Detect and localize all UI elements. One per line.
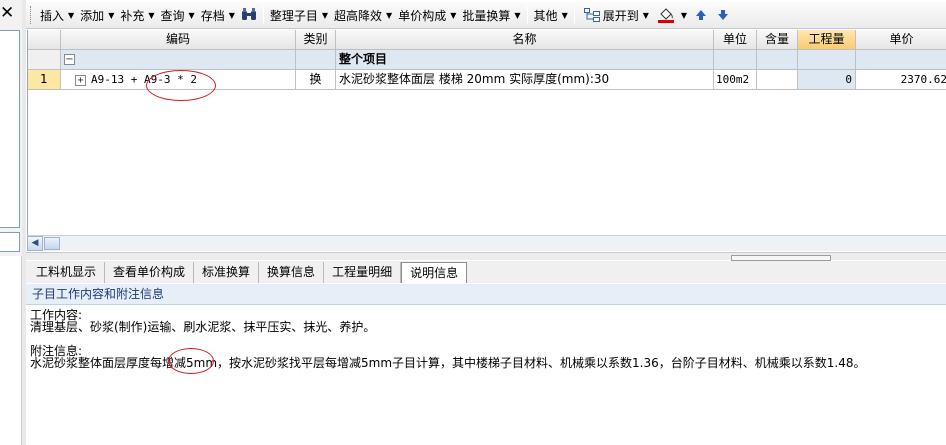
archive-button[interactable]: 存档 ▼: [198, 4, 238, 26]
content-cell[interactable]: [757, 70, 798, 90]
supplement-button[interactable]: 补充 ▼: [117, 4, 157, 26]
chevron-down-icon: ▼: [321, 10, 329, 20]
toolbar-separator: [526, 6, 528, 24]
chevron-down-icon: ▼: [386, 10, 393, 20]
left-panel-scroll[interactable]: [0, 232, 20, 252]
tab-conversion-info[interactable]: 换算信息: [259, 262, 325, 283]
section-type-cell[interactable]: [296, 50, 336, 70]
add-label: 添加: [80, 8, 105, 23]
other-button[interactable]: 其他 ▼: [531, 4, 571, 26]
header-code[interactable]: 编码: [61, 30, 296, 50]
left-tree-panel[interactable]: [0, 30, 20, 228]
height-reduction-button[interactable]: 超高降效 ▼: [331, 4, 395, 26]
other-label: 其他: [533, 8, 558, 23]
panel-splitter[interactable]: [26, 252, 946, 261]
chevron-down-icon: ▼: [68, 10, 75, 20]
chevron-down-icon: ▼: [514, 10, 521, 20]
section-price-cell[interactable]: [856, 50, 946, 70]
work-content-text: 清理基层、砂浆(制作)运输、刷水泥浆、抹平压实、抹光、养护。: [30, 320, 376, 334]
grid-header-row: 编码 类别 名称 单位 含量 工程量 单价: [28, 30, 946, 50]
toolbar-separator: [573, 6, 575, 24]
section-unit-cell[interactable]: [714, 50, 757, 70]
info-panel-body: 工作内容: 清理基层、砂浆(制作)运输、刷水泥浆、抹平压实、抹光、养护。 附注信…: [26, 306, 946, 445]
chevron-down-icon: ▼: [680, 10, 688, 20]
section-row[interactable]: − 整个项目: [28, 50, 946, 70]
tree-expand-icon: [583, 6, 601, 24]
section-content-cell[interactable]: [757, 50, 798, 70]
scroll-left-arrow-icon[interactable]: ◀: [27, 236, 43, 251]
height-reduction-label: 超高降效: [334, 8, 383, 23]
unit-price-cell[interactable]: 2370.62: [856, 70, 946, 90]
tab-description-info[interactable]: 说明信息: [401, 262, 468, 283]
toolbar-separator: [262, 6, 264, 24]
detail-tabs: 工料机显示 查看单价构成 标准换算 换算信息 工程量明细 说明信息: [26, 261, 946, 283]
name-cell[interactable]: 水泥砂浆整体面层 楼梯 20mm 实际厚度(mm):30: [336, 70, 714, 90]
tab-standard-conversion[interactable]: 标准换算: [194, 262, 260, 283]
batch-convert-label: 批量换算: [462, 8, 511, 23]
toolbar-grip[interactable]: [30, 6, 33, 24]
close-icon[interactable]: ✕: [0, 5, 14, 22]
chevron-down-icon: ▼: [450, 10, 457, 20]
insert-button[interactable]: 插入 ▼: [37, 4, 77, 26]
query-label: 查询: [160, 8, 185, 23]
section-row-number: [28, 50, 61, 70]
chevron-down-icon: ▼: [148, 10, 155, 20]
archive-label: 存档: [200, 8, 225, 23]
left-lower-panel: [0, 256, 22, 445]
tab-quantity-detail[interactable]: 工程量明细: [324, 262, 402, 283]
unit-cell[interactable]: 100m2: [714, 70, 757, 90]
unit-price-composition-label: 单价构成: [398, 8, 447, 23]
section-quantity-cell[interactable]: [798, 50, 856, 70]
section-code-cell[interactable]: −: [61, 50, 296, 70]
chevron-down-icon: ▼: [188, 10, 195, 20]
expand-to-label: 展开到: [602, 8, 639, 23]
header-quantity[interactable]: 工程量: [798, 30, 856, 50]
item-grid[interactable]: 编码 类别 名称 单位 含量 工程量 单价 − 整个项目 1 + A9-13 + …: [27, 30, 946, 251]
insert-label: 插入: [40, 8, 65, 23]
collapse-icon[interactable]: −: [64, 54, 75, 65]
expand-to-button[interactable]: 展开到 ▼: [578, 4, 652, 26]
batch-convert-button[interactable]: 批量换算 ▼: [459, 4, 523, 26]
supplement-label: 补充: [120, 8, 145, 23]
code-cell[interactable]: + A9-13 + A9-3 * 2: [61, 70, 296, 90]
note-text: 水泥砂浆整体面层厚度每增减5mm，按水泥砂浆找平层每增减5mm子目计算，其中楼梯…: [30, 356, 866, 370]
header-name[interactable]: 名称: [336, 30, 714, 50]
arrow-up-icon[interactable]: [692, 6, 710, 24]
code-text: A9-13 + A9-3 * 2: [91, 73, 197, 86]
toolbar: 插入 ▼ 添加 ▼ 补充 ▼ 查询 ▼ 存档 ▼ 整理子目 ▼ 超高降效 ▼ 单价构成 ▼ 批量…: [26, 2, 946, 29]
info-panel-title: 子目工作内容和附注信息: [26, 284, 946, 305]
chevron-down-icon: ▼: [228, 10, 235, 20]
horizontal-scrollbar[interactable]: ◀: [27, 235, 946, 251]
chevron-down-icon: ▼: [108, 10, 115, 20]
chevron-down-icon: ▼: [642, 10, 649, 20]
binoculars-icon[interactable]: [240, 6, 258, 24]
expand-icon[interactable]: +: [75, 74, 86, 86]
organize-subitems-button[interactable]: 整理子目 ▼: [267, 4, 331, 26]
header-type[interactable]: 类别: [296, 30, 336, 50]
scroll-thumb[interactable]: [44, 237, 60, 250]
query-button[interactable]: 查询 ▼: [158, 4, 198, 26]
header-unit-price[interactable]: 单价: [856, 30, 946, 50]
quantity-cell[interactable]: 0: [798, 70, 856, 90]
paint-bucket-icon: [657, 6, 675, 24]
fill-color-button[interactable]: ▼: [652, 4, 690, 26]
organize-label: 整理子目: [269, 8, 318, 23]
row-number[interactable]: 1: [28, 70, 61, 90]
tab-labor-material-machine[interactable]: 工料机显示: [28, 262, 106, 283]
tab-unit-price-composition[interactable]: 查看单价构成: [105, 262, 195, 283]
chevron-down-icon: ▼: [561, 10, 568, 20]
unit-price-composition-button[interactable]: 单价构成 ▼: [395, 4, 459, 26]
type-cell[interactable]: 换: [296, 70, 336, 90]
add-button[interactable]: 添加 ▼: [77, 4, 117, 26]
header-unit[interactable]: 单位: [714, 30, 757, 50]
table-row[interactable]: 1 + A9-13 + A9-3 * 2 换 水泥砂浆整体面层 楼梯 20mm 实…: [28, 70, 946, 90]
header-content[interactable]: 含量: [757, 30, 798, 50]
section-name-cell[interactable]: 整个项目: [336, 50, 714, 70]
arrow-down-icon[interactable]: [714, 6, 732, 24]
header-corner: [28, 30, 61, 50]
